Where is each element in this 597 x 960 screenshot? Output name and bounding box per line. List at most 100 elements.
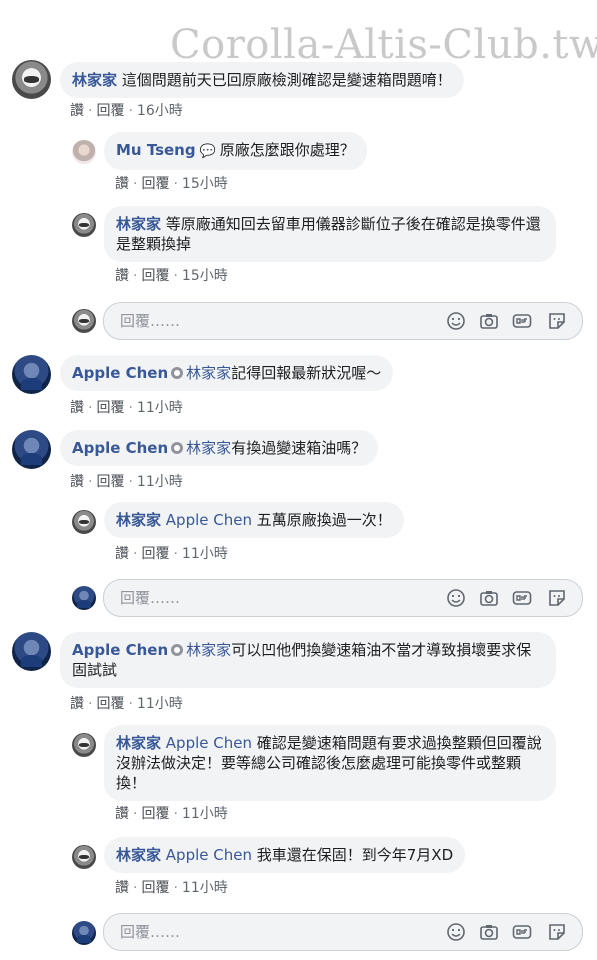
like-link[interactable]: 讚: [115, 806, 129, 822]
comment-text: 我車還在保固！到今年7月XD: [256, 846, 454, 864]
comment-author[interactable]: Apple Chen: [72, 364, 168, 382]
like-link[interactable]: 讚: [70, 474, 84, 490]
gif-icon[interactable]: [512, 922, 532, 942]
comment-text: 這個問題前天已回原廠檢測確認是變速箱問題唷！: [121, 71, 452, 89]
comment-author[interactable]: 林家家: [72, 71, 117, 89]
mention-link[interactable]: 林家家: [186, 641, 231, 659]
comment-bubble: Apple Chen 林家家記得回報最新狀況喔～: [60, 355, 394, 391]
timestamp[interactable]: 16小時: [137, 103, 183, 119]
avatar: [72, 586, 96, 610]
reply-link[interactable]: 回覆: [141, 176, 169, 192]
comment-text: 記得回報最新狀況喔～: [231, 364, 382, 382]
like-link[interactable]: 讚: [115, 880, 129, 896]
comment-bubble: 林家家 這個問題前天已回原廠檢測確認是變速箱問題唷！: [60, 62, 464, 98]
timestamp[interactable]: 11小時: [137, 400, 183, 416]
shield-icon: [171, 644, 184, 656]
comment-text: 五萬原廠換過一次！: [256, 511, 392, 529]
comment-author[interactable]: 林家家: [116, 846, 161, 864]
avatar[interactable]: [72, 845, 96, 869]
comment-author[interactable]: 林家家: [116, 215, 161, 233]
avatar[interactable]: [12, 60, 51, 99]
comment-author[interactable]: 林家家: [116, 734, 161, 752]
camera-icon[interactable]: [479, 311, 499, 331]
emoji-icon[interactable]: [446, 588, 466, 608]
comment-bubble: 林家家 Apple Chen 確認是變速箱問題有要求過換整顆但回覆說沒辦法做決定…: [104, 725, 556, 801]
like-link[interactable]: 讚: [115, 176, 129, 192]
timestamp[interactable]: 11小時: [137, 474, 183, 490]
sticker-icon[interactable]: [547, 311, 567, 331]
comment-author[interactable]: Mu Tseng: [116, 141, 196, 159]
like-link[interactable]: 讚: [115, 546, 129, 562]
avatar[interactable]: [72, 510, 96, 534]
comment-actions: 讚 · 回覆 · 11小時: [115, 546, 228, 562]
mention-link[interactable]: Apple Chen: [166, 734, 252, 752]
comment-bubble: Mu Tseng 💬 原廠怎麼跟你處理？: [104, 132, 367, 170]
comment-actions: 讚 · 回覆 · 11小時: [70, 400, 183, 416]
shield-icon: [171, 442, 184, 454]
comment-actions: 讚 · 回覆 · 11小時: [115, 880, 228, 896]
comment-bubble: 林家家 等原廠通知回去留車用儀器診斷位子後在確認是換零件還是整顆換掉: [104, 206, 556, 262]
mention-link[interactable]: 林家家: [186, 439, 231, 457]
reply-box[interactable]: [103, 579, 583, 617]
timestamp[interactable]: 11小時: [182, 546, 228, 562]
reply-box[interactable]: [103, 302, 583, 340]
emoji-icon[interactable]: [446, 311, 466, 331]
comment-bubble: Apple Chen 林家家可以凹他們換變速箱油不當才導致損壞要求保固試試: [60, 632, 556, 688]
like-link[interactable]: 讚: [70, 103, 84, 119]
reply-link[interactable]: 回覆: [141, 880, 169, 896]
avatar[interactable]: [72, 140, 96, 164]
reply-link[interactable]: 回覆: [141, 546, 169, 562]
timestamp[interactable]: 11小時: [182, 880, 228, 896]
sticker-icon[interactable]: [547, 588, 567, 608]
reply-box[interactable]: [103, 913, 583, 951]
comment-text: 等原廠通知回去留車用儀器診斷位子後在確認是換零件還是整顆換掉: [116, 215, 541, 253]
emoji-icon[interactable]: [446, 922, 466, 942]
comment-author[interactable]: 林家家: [116, 511, 161, 529]
camera-icon[interactable]: [479, 922, 499, 942]
comment-actions: 讚 · 回覆 · 15小時: [115, 268, 228, 284]
reply-link[interactable]: 回覆: [96, 696, 124, 712]
mention-link[interactable]: 林家家: [186, 364, 231, 382]
avatar[interactable]: [72, 213, 96, 237]
reply-link[interactable]: 回覆: [141, 806, 169, 822]
avatar[interactable]: [12, 430, 51, 469]
comment-text: 原廠怎麼跟你處理？: [219, 141, 355, 159]
avatar[interactable]: [12, 632, 51, 671]
shield-icon: [171, 367, 184, 379]
reply-link[interactable]: 回覆: [96, 103, 124, 119]
avatar[interactable]: [72, 733, 96, 757]
reply-input[interactable]: [118, 588, 432, 608]
mention-link[interactable]: Apple Chen: [166, 511, 252, 529]
comment-actions: 讚 · 回覆 · 15小時: [115, 176, 228, 192]
reply-link[interactable]: 回覆: [96, 474, 124, 490]
comment-actions: 讚 · 回覆 · 11小時: [115, 806, 228, 822]
comment-actions: 讚 · 回覆 · 11小時: [70, 474, 183, 490]
sticker-icon[interactable]: [547, 922, 567, 942]
timestamp[interactable]: 15小時: [182, 268, 228, 284]
comment-author[interactable]: Apple Chen: [72, 439, 168, 457]
comment-actions: 讚 · 回覆 · 11小時: [70, 696, 183, 712]
reply-input[interactable]: [118, 311, 432, 331]
comment-bubble: Apple Chen 林家家有換過變速箱油嗎？: [60, 430, 379, 466]
gif-icon[interactable]: [512, 588, 532, 608]
timestamp[interactable]: 15小時: [182, 176, 228, 192]
timestamp[interactable]: 11小時: [182, 806, 228, 822]
like-link[interactable]: 讚: [70, 696, 84, 712]
mention-link[interactable]: Apple Chen: [166, 846, 252, 864]
reply-link[interactable]: 回覆: [96, 400, 124, 416]
like-link[interactable]: 讚: [115, 268, 129, 284]
comment-actions: 讚 · 回覆 · 16小時: [70, 103, 183, 119]
messenger-icon: 💬: [199, 144, 216, 159]
timestamp[interactable]: 11小時: [137, 696, 183, 712]
reply-input[interactable]: [118, 922, 432, 942]
reply-link[interactable]: 回覆: [141, 268, 169, 284]
avatar: [72, 921, 96, 945]
camera-icon[interactable]: [479, 588, 499, 608]
comment-bubble: 林家家 Apple Chen 我車還在保固！到今年7月XD: [104, 837, 466, 873]
avatar[interactable]: [12, 355, 51, 394]
gif-icon[interactable]: [512, 311, 532, 331]
comment-author[interactable]: Apple Chen: [72, 641, 168, 659]
avatar: [72, 309, 96, 333]
comment-bubble: 林家家 Apple Chen 五萬原廠換過一次！: [104, 502, 404, 538]
like-link[interactable]: 讚: [70, 400, 84, 416]
